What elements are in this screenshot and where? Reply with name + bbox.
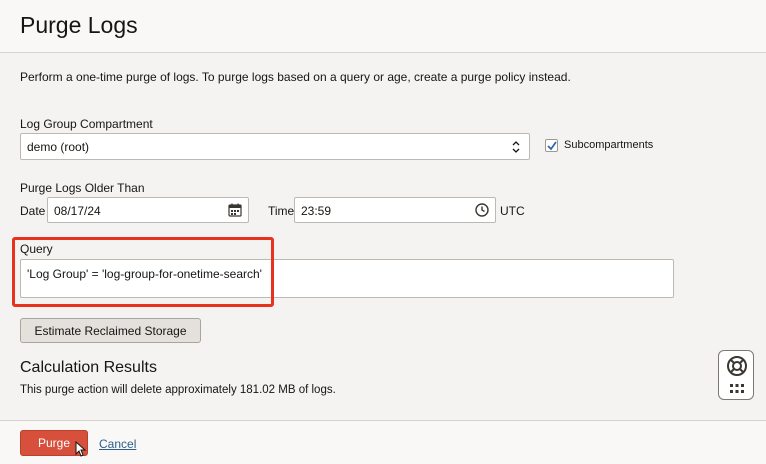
query-highlight-annotation [12,237,274,307]
time-label: Time [268,204,295,218]
purge-older-than-label: Purge Logs Older Than [20,181,145,195]
chevron-updown-icon [512,141,520,153]
timezone-label: UTC [500,204,525,218]
time-input-value: 23:59 [301,204,332,218]
check-icon [547,141,557,151]
page-header: Purge Logs [0,0,766,53]
cancel-link[interactable]: Cancel [99,437,136,451]
clock-icon[interactable] [475,203,489,217]
page-title: Purge Logs [20,12,138,38]
page-description: Perform a one-time purge of logs. To pur… [20,70,571,84]
subcompartments-label: Subcompartments [564,139,654,151]
subcompartments-checkbox[interactable] [545,139,558,152]
calendar-icon[interactable] [228,203,242,217]
time-input[interactable]: 23:59 [294,197,496,223]
compartment-select[interactable]: demo (root) [20,133,530,160]
date-input-value: 08/17/24 [54,204,101,218]
estimate-reclaimed-storage-button[interactable]: Estimate Reclaimed Storage [20,318,201,343]
date-input[interactable]: 08/17/24 [47,197,249,223]
grid-dots-icon [730,384,744,393]
help-widget[interactable] [718,350,754,400]
compartment-label: Log Group Compartment [20,117,153,131]
calculation-results-heading: Calculation Results [20,359,157,376]
calculation-results-text: This purge action will delete approximat… [20,384,336,396]
lifebuoy-icon [727,356,747,376]
cursor-icon [75,441,87,457]
date-label: Date [20,204,46,218]
compartment-select-value: demo (root) [27,140,90,154]
